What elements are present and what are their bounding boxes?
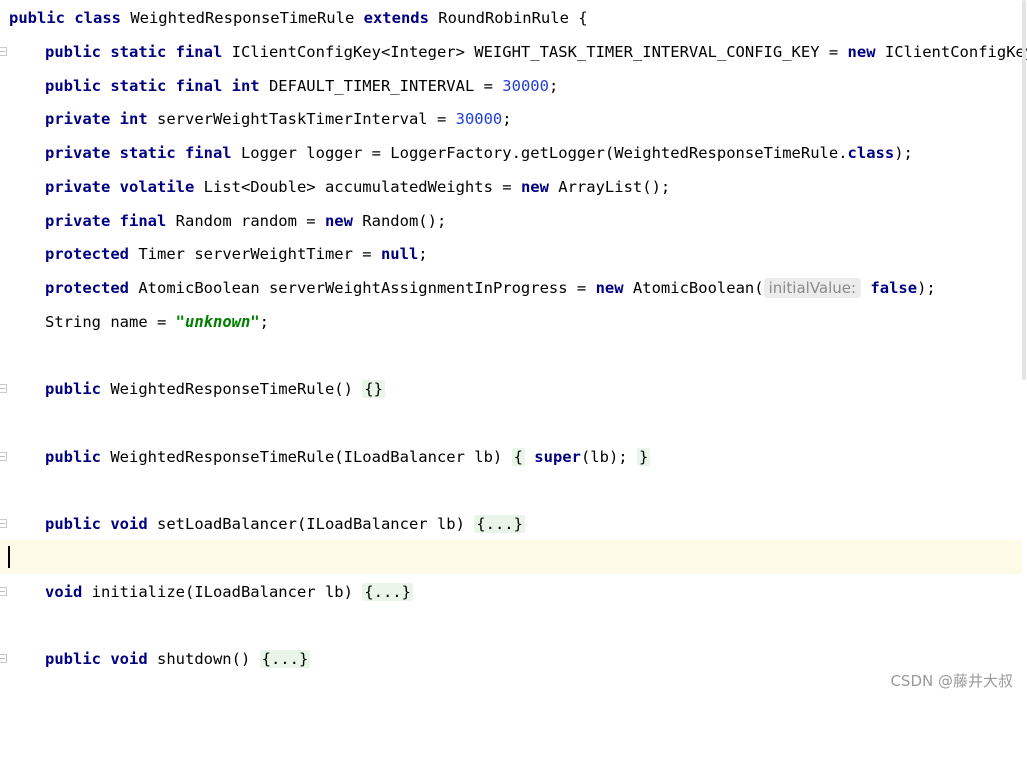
code-line-weight-timer[interactable]: protected Timer serverWeightTimer = null…: [0, 237, 1022, 271]
code-text: IClientConfigKey<In: [884, 43, 1027, 61]
folded-block[interactable]: {...}: [474, 515, 525, 533]
keyword: private volatile: [45, 178, 195, 196]
keyword: private int: [45, 110, 148, 128]
code-line-random[interactable]: private final Random random = new Random…: [0, 204, 1022, 238]
code-text: String name =: [45, 313, 176, 331]
keyword: public static final: [45, 43, 223, 61]
folded-block[interactable]: {...}: [259, 650, 311, 668]
code-text: );: [894, 144, 913, 162]
keyword: private static final: [45, 144, 232, 162]
folded-block[interactable]: {...}: [362, 583, 413, 601]
code-editor[interactable]: public class WeightedResponseTimeRule ex…: [0, 0, 1027, 699]
text-caret: [8, 546, 10, 568]
keyword: public class: [9, 9, 121, 27]
keyword: extends: [363, 9, 429, 27]
keyword: new: [595, 279, 624, 297]
folded-block[interactable]: }: [636, 448, 651, 466]
code-text: IClientConfigKey<Integer> WEIGHT_TASK_TI…: [222, 43, 848, 61]
code-text: );: [917, 279, 936, 297]
fold-marker-icon[interactable]: [0, 47, 7, 56]
code-line-set-load-balancer[interactable]: public void setLoadBalancer(ILoadBalance…: [0, 507, 1022, 541]
code-text: AtomicBoolean(: [623, 279, 764, 297]
code-text: Timer serverWeightTimer =: [129, 245, 381, 263]
fold-marker-icon[interactable]: [0, 519, 7, 528]
code-line-logger[interactable]: private static final Logger logger = Log…: [0, 136, 1022, 170]
code-text: WeightedResponseTimeRule: [120, 9, 364, 27]
code-line-current[interactable]: [0, 540, 1022, 574]
code-text: Random random =: [166, 212, 325, 230]
keyword: public void: [45, 515, 148, 533]
code-line-default-timer[interactable]: public static final int DEFAULT_TIMER_IN…: [0, 69, 1022, 103]
code-text: shutdown(): [147, 650, 260, 668]
code-text: AtomicBoolean serverWeightAssignmentInPr…: [129, 279, 596, 297]
code-line-config-key[interactable]: public static final IClientConfigKey<Int…: [0, 35, 1027, 69]
keyword: class: [847, 144, 895, 162]
vertical-scrollbar[interactable]: [1022, 0, 1026, 380]
code-text: WeightedResponseTimeRule(ILoadBalancer l…: [101, 448, 512, 466]
fold-marker-icon[interactable]: [0, 384, 7, 393]
keyword: public void: [45, 650, 148, 668]
fold-marker-icon[interactable]: [0, 452, 7, 461]
code-line-timer-interval[interactable]: private int serverWeightTaskTimerInterva…: [0, 102, 1022, 136]
code-text: WeightedResponseTimeRule(): [101, 380, 363, 398]
keyword: new: [847, 43, 876, 61]
fold-marker-icon[interactable]: [0, 654, 7, 663]
code-text: Random();: [352, 212, 447, 230]
number-literal: 30000: [502, 77, 549, 95]
code-text: ;: [548, 77, 559, 95]
keyword: super: [534, 448, 581, 466]
keyword: private final: [45, 212, 167, 230]
code-text: ;: [502, 110, 512, 128]
code-line-name[interactable]: String name = "unknown";: [0, 305, 1022, 339]
code-text: setLoadBalancer(ILoadBalancer lb): [147, 515, 475, 533]
keyword: public: [45, 380, 101, 398]
code-line-class-declaration[interactable]: public class WeightedResponseTimeRule ex…: [0, 1, 1022, 35]
folded-block[interactable]: {}: [362, 380, 385, 398]
code-line-shutdown[interactable]: public void shutdown() {...}: [0, 642, 1022, 676]
keyword: protected: [45, 279, 129, 297]
code-text: ;: [418, 245, 428, 263]
code-line-lb-constructor[interactable]: public WeightedResponseTimeRule(ILoadBal…: [0, 440, 1022, 474]
folded-block[interactable]: {: [511, 448, 525, 466]
code-line-assignment-in-progress[interactable]: protected AtomicBoolean serverWeightAssi…: [0, 271, 1022, 305]
code-text: serverWeightTaskTimerInterval =: [147, 110, 456, 128]
keyword: public: [45, 448, 101, 466]
code-text: DEFAULT_TIMER_INTERVAL =: [259, 77, 503, 95]
code-text: RoundRobinRule {: [428, 9, 588, 27]
keyword: new: [324, 212, 353, 230]
keyword: public static final int: [45, 77, 260, 95]
keyword: void: [45, 583, 83, 601]
code-text: ArrayList();: [548, 178, 671, 196]
keyword: false: [870, 279, 918, 297]
code-text: (lb);: [580, 448, 637, 466]
code-text: initialize(ILoadBalancer lb): [82, 583, 363, 601]
code-text: List<Double> accumulatedWeights =: [194, 178, 521, 196]
keyword: new: [520, 178, 549, 196]
keyword: protected: [45, 245, 129, 263]
keyword: null: [380, 245, 419, 263]
code-line-accumulated-weights[interactable]: private volatile List<Double> accumulate…: [0, 170, 1022, 204]
code-line-default-constructor[interactable]: public WeightedResponseTimeRule() {}: [0, 372, 1022, 406]
code-line-initialize[interactable]: void initialize(ILoadBalancer lb) {...}: [0, 575, 1022, 609]
number-literal: 30000: [455, 110, 503, 128]
fold-marker-icon[interactable]: [0, 587, 7, 596]
code-text: Logger logger = LoggerFactory.getLogger(…: [231, 144, 848, 162]
string-literal: "unknown": [175, 313, 260, 331]
code-text: ;: [259, 313, 269, 331]
parameter-hint: initialValue:: [763, 278, 862, 298]
watermark: CSDN @藤井大叔: [890, 672, 1013, 690]
